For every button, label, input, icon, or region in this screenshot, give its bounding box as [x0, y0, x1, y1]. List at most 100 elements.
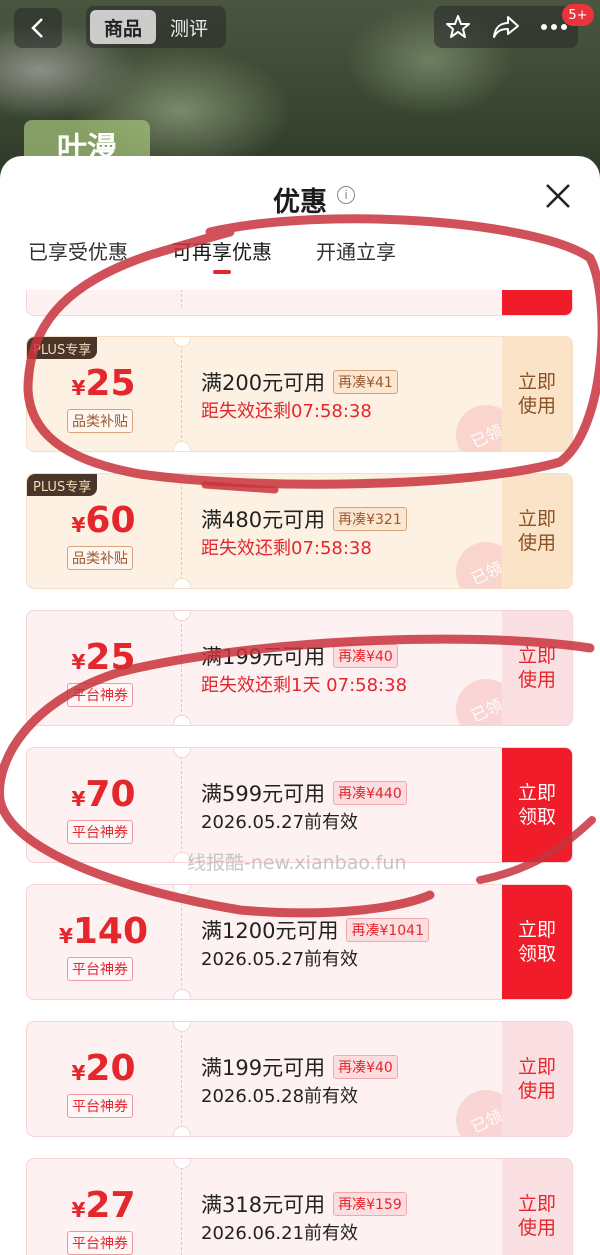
coupon-type-tag: 平台神券	[67, 683, 133, 707]
extra-needed-tag: 再凑¥40	[333, 644, 398, 668]
use-now-button[interactable]: 立即 使用	[502, 1022, 572, 1136]
top-actions	[434, 6, 578, 48]
coupon-expiry: 2026.05.27前有效	[201, 949, 359, 970]
coupon-amount: ¥140	[27, 911, 180, 952]
amount-value: 60	[85, 500, 136, 541]
condition-text: 满200元可用	[201, 371, 326, 395]
condition-text: 满199元可用	[201, 645, 326, 669]
currency-symbol: ¥	[71, 1198, 86, 1222]
coupon-amount: ¥27	[27, 1185, 180, 1226]
sheet-title: 优惠	[273, 187, 327, 218]
coupon-expiry: 2026.05.27前有效	[201, 812, 359, 833]
currency-symbol: ¥	[71, 650, 86, 674]
info-icon[interactable]: i	[337, 186, 355, 204]
tab-enjoyed[interactable]: 已享受优惠	[28, 236, 128, 265]
share-icon	[493, 16, 519, 38]
currency-symbol: ¥	[71, 513, 86, 537]
coupon-card-partial	[26, 290, 573, 316]
claim-now-button[interactable]: 立即 领取	[502, 748, 572, 862]
notch	[173, 1022, 191, 1032]
coupon-card: ¥70 平台神券 满599元可用 再凑¥440 2026.05.27前有效 立即 …	[26, 747, 573, 863]
coupon-expiry: 2026.05.28前有效	[201, 1086, 359, 1107]
notch	[173, 715, 191, 725]
condition-text: 满318元可用	[201, 1193, 326, 1217]
tab-more-discounts[interactable]: 可再享优惠	[172, 236, 272, 274]
coupon-countdown: 距失效还剩07:58:38	[201, 401, 372, 422]
condition-text: 满599元可用	[201, 782, 326, 806]
coupon-action-partial[interactable]	[502, 290, 572, 315]
close-icon[interactable]	[542, 180, 574, 212]
currency-symbol: ¥	[71, 376, 86, 400]
coupon-amount: ¥60	[27, 500, 180, 541]
top-nav-bar: 商品 测评 5+	[0, 0, 600, 60]
coupon-type-tag: 品类补贴	[67, 546, 133, 570]
coupon-amount: ¥25	[27, 363, 180, 404]
coupon-divider	[181, 345, 182, 443]
product-tabs: 商品 测评	[86, 6, 226, 48]
coupon-card: ¥140 平台神券 满1200元可用 再凑¥1041 2026.05.27前有效 …	[26, 884, 573, 1000]
notch	[173, 337, 191, 347]
tab-review[interactable]: 测评	[156, 10, 222, 44]
extra-needed-tag: 再凑¥1041	[346, 918, 429, 942]
condition-text: 满199元可用	[201, 1056, 326, 1080]
condition-text: 满1200元可用	[201, 919, 339, 943]
coupon-condition: 满199元可用 再凑¥40	[201, 641, 398, 671]
coupon-countdown: 距失效还剩07:58:38	[201, 538, 372, 559]
extra-needed-tag: 再凑¥440	[333, 781, 407, 805]
use-now-button[interactable]: 立即 使用	[502, 474, 572, 588]
coupon-list[interactable]: PLUS专享 ¥25 品类补贴 满200元可用 再凑¥41 距失效还剩07:58:…	[0, 290, 600, 1255]
coupon-type-tag: 平台神券	[67, 1231, 133, 1255]
currency-symbol: ¥	[71, 1061, 86, 1085]
plus-exclusive-badge: PLUS专享	[27, 474, 98, 496]
use-now-button[interactable]: 立即 使用	[502, 337, 572, 451]
coupon-card: ¥25 平台神券 满199元可用 再凑¥40 距失效还剩1天 07:58:38 已…	[26, 610, 573, 726]
action-label: 立即 使用	[517, 371, 556, 417]
notch	[173, 578, 191, 588]
coupon-divider	[181, 482, 182, 580]
coupon-card: ¥20 平台神券 满199元可用 再凑¥40 2026.05.28前有效 已领 立…	[26, 1021, 573, 1137]
message-count-badge: 5+	[562, 4, 594, 26]
coupon-condition: 满200元可用 再凑¥41	[201, 367, 398, 397]
action-label: 立即 使用	[517, 1193, 556, 1239]
amount-value: 27	[85, 1185, 136, 1226]
notch	[173, 989, 191, 999]
coupon-condition: 满318元可用 再凑¥159	[201, 1189, 407, 1219]
claim-now-button[interactable]: 立即 领取	[502, 885, 572, 999]
currency-symbol: ¥	[71, 787, 86, 811]
coupon-divider	[181, 1167, 182, 1255]
coupon-amount: ¥25	[27, 637, 180, 678]
extra-needed-tag: 再凑¥159	[333, 1192, 407, 1216]
coupon-type-tag: 平台神券	[67, 820, 133, 844]
extra-needed-tag: 再凑¥321	[333, 507, 407, 531]
notch	[173, 441, 191, 451]
back-button[interactable]	[14, 8, 62, 48]
tab-open-membership[interactable]: 开通立享	[316, 236, 396, 265]
coupon-condition: 满199元可用 再凑¥40	[201, 1052, 398, 1082]
chevron-left-icon	[31, 18, 43, 38]
discount-tabs: 已享受优惠 可再享优惠 开通立享	[28, 236, 440, 274]
action-label: 立即 领取	[517, 782, 556, 828]
share-button[interactable]	[488, 9, 524, 45]
coupon-amount: ¥20	[27, 1048, 180, 1089]
coupon-card: ¥27 平台神券 满318元可用 再凑¥159 2026.06.21前有效 立即 …	[26, 1158, 573, 1255]
coupon-card: PLUS专享 ¥60 品类补贴 满480元可用 再凑¥321 距失效还剩07:58…	[26, 473, 573, 589]
coupon-expiry: 2026.06.21前有效	[201, 1223, 359, 1244]
condition-text: 满480元可用	[201, 508, 326, 532]
amount-value: 25	[85, 363, 136, 404]
use-now-button[interactable]: 立即 使用	[502, 1159, 572, 1255]
amount-value: 70	[85, 774, 136, 815]
coupon-type-tag: 平台神券	[67, 957, 133, 981]
coupon-condition: 满1200元可用 再凑¥1041	[201, 915, 429, 945]
notch	[173, 1126, 191, 1136]
discount-sheet: 优惠 i 已享受优惠 可再享优惠 开通立享 PLUS专享 ¥25 品类补贴 满2…	[0, 156, 600, 1255]
extra-needed-tag: 再凑¥41	[333, 370, 398, 394]
favorite-button[interactable]	[440, 9, 476, 45]
more-dots-icon	[541, 24, 567, 30]
action-label: 立即 使用	[517, 1056, 556, 1102]
use-now-button[interactable]: 立即 使用	[502, 611, 572, 725]
tab-product[interactable]: 商品	[90, 10, 156, 44]
active-tab-indicator	[213, 270, 231, 274]
notch	[173, 1159, 191, 1169]
coupon-divider	[181, 756, 182, 854]
notch	[173, 885, 191, 895]
